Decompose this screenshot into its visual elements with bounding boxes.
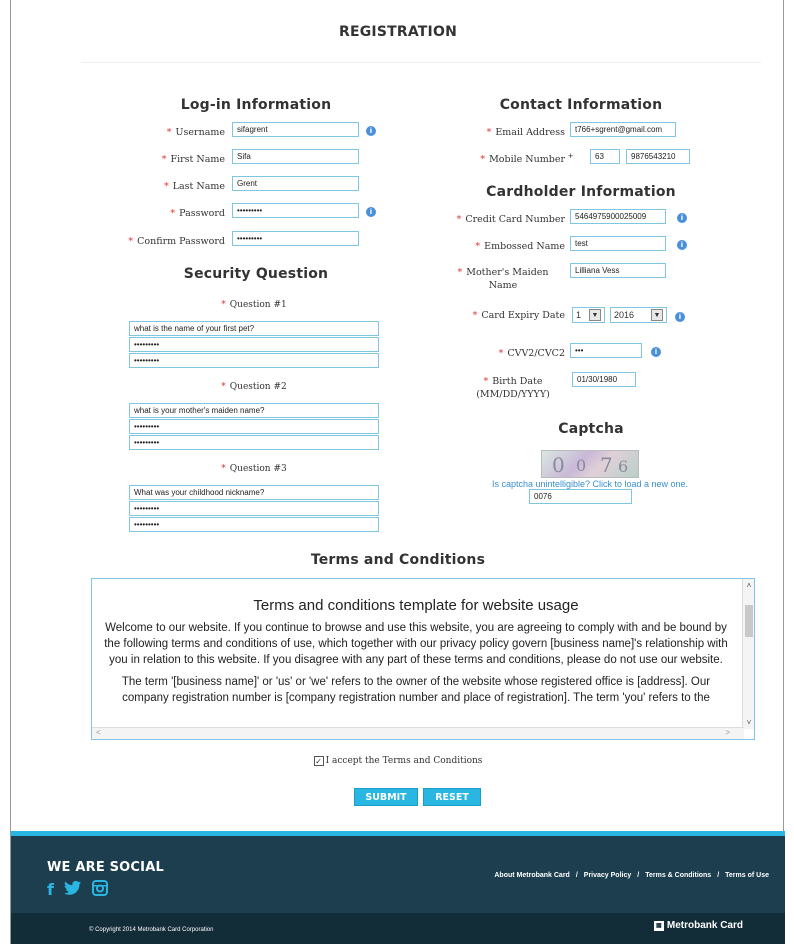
embossed-name-input[interactable] — [570, 236, 666, 251]
answer-1-input[interactable] — [129, 337, 379, 352]
password-label: * Password — [170, 208, 225, 219]
terms-paragraph: Welcome to our website. If you continue … — [104, 622, 728, 666]
submit-button[interactable]: SUBMIT — [354, 788, 418, 806]
mobile-plus-sign: + — [568, 151, 574, 161]
confirm-password-label: * Confirm Password — [128, 236, 225, 247]
footer-link-separator: / — [717, 872, 720, 879]
chevron-down-icon: ▼ — [589, 309, 601, 321]
question-2-label: * Question #2 — [221, 382, 287, 392]
answer-3-input[interactable] — [129, 501, 379, 516]
password-input[interactable] — [232, 203, 359, 218]
mobile-country-code-input[interactable] — [590, 149, 620, 164]
username-label: * Username — [166, 127, 225, 138]
cvv-info-icon[interactable]: i — [651, 347, 661, 357]
scroll-down-icon[interactable]: ˅ — [743, 718, 754, 727]
terms-box[interactable]: Terms and conditions template for websit… — [91, 578, 755, 740]
accept-terms-label: I accept the Terms and Conditions — [325, 756, 483, 766]
footer-link-separator: / — [575, 872, 578, 879]
password-info-icon[interactable]: i — [366, 207, 376, 217]
copyright-text: © Copyright 2014 Metrobank Card Corporat… — [89, 927, 214, 933]
question-1-select[interactable] — [129, 321, 379, 336]
expiry-info-icon[interactable]: i — [675, 312, 685, 322]
bank-logo-icon: ▦ — [653, 920, 664, 931]
credit-card-label: * Credit Card Number — [456, 214, 565, 225]
first-name-label: * First Name — [161, 154, 225, 165]
footer-link-terms-conditions[interactable]: Terms & Conditions — [645, 872, 711, 879]
captcha-input[interactable] — [529, 489, 632, 504]
accept-terms-row[interactable]: ✓ I accept the Terms and Conditions — [11, 756, 785, 766]
login-heading: Log-in Information — [180, 97, 332, 113]
answer-1-confirm-input[interactable] — [129, 353, 379, 368]
birth-date-input[interactable] — [572, 372, 636, 387]
reset-button[interactable]: RESET — [423, 788, 481, 806]
metrobank-logo[interactable]: ▦ Metrobank Card — [653, 920, 743, 931]
terms-heading: Terms and Conditions — [310, 552, 486, 568]
scrollbar-thumb[interactable] — [745, 605, 753, 637]
email-label: * Email Address — [486, 127, 565, 138]
required-marker: * — [166, 127, 172, 138]
instagram-icon[interactable] — [91, 880, 108, 896]
first-name-input[interactable] — [232, 149, 359, 164]
chevron-down-icon: ▼ — [651, 309, 663, 321]
confirm-password-input[interactable] — [232, 231, 359, 246]
embossed-name-info-icon[interactable]: i — [677, 240, 687, 250]
credit-card-info-icon[interactable]: i — [677, 213, 687, 223]
maiden-name-label: * Mother's Maiden Name — [457, 267, 549, 291]
embossed-name-label: * Embossed Name — [475, 241, 565, 252]
footer-links: About Metrobank Card / Privacy Policy / … — [494, 872, 769, 879]
question-3-label: * Question #3 — [221, 464, 287, 474]
question-1-label: * Question #1 — [221, 300, 287, 310]
terms-box-title: Terms and conditions template for websit… — [253, 597, 579, 614]
birth-date-label: * Birth Date (MM/DD/YYYY) — [476, 376, 550, 400]
expiry-month-select[interactable]: 1 ▼ — [572, 307, 605, 323]
captcha-image: 0 0 7 6 — [541, 450, 639, 478]
username-input[interactable] — [232, 122, 359, 137]
expiry-year-select[interactable]: 2016 ▼ — [610, 307, 667, 323]
captcha-reload-link[interactable]: Is captcha unintelligible? Click to load… — [481, 479, 699, 489]
terms-vertical-scrollbar[interactable]: ˄ ˅ — [742, 579, 754, 729]
mobile-number-input[interactable] — [626, 149, 690, 164]
username-info-icon[interactable]: i — [366, 126, 376, 136]
expiry-label: * Card Expiry Date — [472, 310, 565, 321]
accept-terms-checkbox[interactable]: ✓ — [313, 756, 324, 766]
answer-2-input[interactable] — [129, 419, 379, 434]
terms-paragraph: The term '[business name]' or 'us' or 'w… — [121, 676, 711, 704]
facebook-icon[interactable]: f — [47, 880, 54, 899]
footer-link-privacy[interactable]: Privacy Policy — [584, 872, 631, 879]
mobile-label: * Mobile Number — [480, 154, 565, 165]
scroll-up-icon[interactable]: ˄ — [743, 581, 754, 590]
maiden-name-input[interactable] — [570, 263, 666, 278]
cvv-label: * CVV2/CVC2 — [498, 348, 565, 359]
terms-content: Terms and conditions template for websit… — [102, 597, 730, 712]
title-divider — [81, 62, 761, 63]
terms-horizontal-scrollbar[interactable]: < > — [92, 727, 744, 739]
scroll-left-icon[interactable]: < — [96, 728, 101, 737]
social-heading: WE ARE SOCIAL — [47, 860, 164, 875]
scroll-right-icon[interactable]: > — [725, 728, 730, 737]
last-name-input[interactable] — [232, 176, 359, 191]
page-title: REGISTRATION — [339, 24, 457, 40]
email-input[interactable] — [570, 122, 676, 137]
cardholder-heading: Cardholder Information — [486, 184, 676, 200]
cvv-input[interactable] — [570, 343, 642, 358]
answer-2-confirm-input[interactable] — [129, 435, 379, 450]
footer-link-about[interactable]: About Metrobank Card — [494, 872, 569, 879]
footer-link-separator: / — [637, 872, 640, 879]
answer-3-confirm-input[interactable] — [129, 517, 379, 532]
contact-heading: Contact Information — [499, 97, 663, 113]
captcha-heading: Captcha — [558, 421, 624, 437]
page-frame: REGISTRATION Log-in Information * Usernam… — [10, 0, 785, 944]
twitter-icon[interactable] — [63, 880, 82, 896]
footer-link-terms-of-use[interactable]: Terms of Use — [725, 872, 769, 879]
security-heading: Security Question — [183, 266, 329, 282]
credit-card-input[interactable] — [570, 209, 666, 224]
question-2-select[interactable] — [129, 403, 379, 418]
last-name-label: * Last Name — [163, 181, 225, 192]
social-icons: f — [47, 880, 108, 899]
question-3-select[interactable] — [129, 485, 379, 500]
